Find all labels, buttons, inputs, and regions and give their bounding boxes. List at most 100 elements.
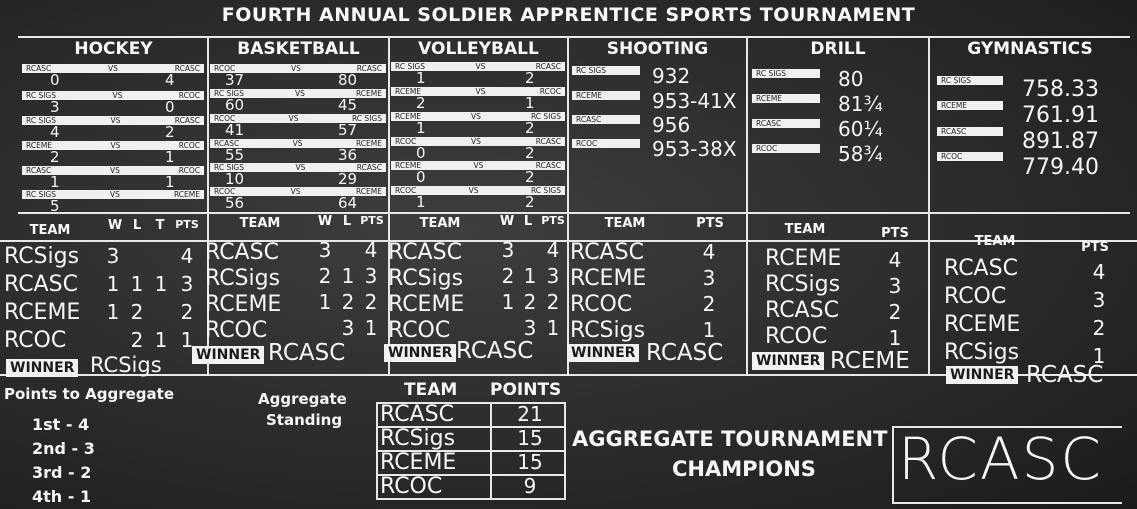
sport-header-hockey: HOCKEY <box>74 39 153 59</box>
drill-team-label: RC SIGS <box>752 69 820 78</box>
standing-team: RCOC <box>570 292 633 317</box>
divider <box>928 36 930 376</box>
winner-label: WINNER <box>192 346 265 364</box>
standing-w: 1 <box>318 290 332 314</box>
drill-score: 81¾ <box>838 92 883 116</box>
game-score: 0 <box>416 168 426 186</box>
standing-pts: 2 <box>180 300 194 324</box>
gymnastics-score: 891.87 <box>1022 129 1099 154</box>
standing-pts: 3 <box>702 266 716 290</box>
game-score: 4 <box>165 71 175 89</box>
game-score: 2 <box>50 148 60 166</box>
aggregate-points: 9 <box>523 474 537 498</box>
sport-header-basketball: BASKETBALL <box>237 39 360 59</box>
standing-pts: 1 <box>702 318 716 342</box>
game-score: 2 <box>165 123 175 141</box>
game-score: 4 <box>50 123 60 141</box>
standing-w: 1 <box>501 290 515 314</box>
points-title: Points to Aggregate <box>4 385 174 403</box>
aggregate-label-1: Aggregate <box>258 390 347 408</box>
standing-w: 3 <box>501 238 515 262</box>
winner-drill: RCEME <box>830 348 910 374</box>
standing-pts: 4 <box>1092 260 1106 284</box>
standing-l: 3 <box>523 316 537 340</box>
sport-header-volleyball: VOLLEYBALL <box>418 39 539 59</box>
standing-team: RCEME <box>388 292 465 317</box>
shooting-score: 953-38X <box>652 137 737 161</box>
standing-pts: 2 <box>888 300 902 324</box>
champions-label-2: CHAMPIONS <box>672 457 816 481</box>
standing-pts: 4 <box>364 238 378 262</box>
standing-team: RCASC <box>570 240 644 265</box>
standing-team: RCOC <box>765 324 828 349</box>
standing-l: 2 <box>341 290 355 314</box>
drill-score: 60¼ <box>838 117 883 141</box>
standing-team: RCEME <box>4 300 81 325</box>
shooting-team-label: RCEME <box>572 91 640 100</box>
game-score: 0 <box>50 71 60 89</box>
standing-team: RCEME <box>570 266 647 291</box>
points-line: 1st - 4 <box>32 415 90 434</box>
t-header: T <box>155 218 165 233</box>
aggregate-label-2: Standing <box>266 411 343 429</box>
standing-pts: 3 <box>180 272 194 296</box>
game-score: 37 <box>225 71 245 89</box>
standing-pts: 1 <box>546 316 560 340</box>
shooting-score: 956 <box>652 113 691 137</box>
game-score: 1 <box>165 148 175 166</box>
sport-header-drill: DRILL <box>810 39 866 59</box>
drill-score: 80 <box>838 67 864 91</box>
game-score: 55 <box>225 146 245 164</box>
team-header: TEAM <box>239 216 281 231</box>
game-score: 2 <box>416 94 426 112</box>
game-score: 1 <box>416 119 426 137</box>
standing-l: 3 <box>341 316 355 340</box>
standing-team: RCEME <box>205 292 282 317</box>
standing-l: 2 <box>130 300 144 324</box>
points-line: 2nd - 3 <box>32 439 95 458</box>
drill-score: 58¾ <box>838 142 883 166</box>
aggregate-points: 21 <box>517 402 543 426</box>
game-score: 3 <box>50 98 60 116</box>
w-header: W <box>499 214 515 229</box>
aggregate-team: RCOC <box>380 474 443 499</box>
standing-team: RCASC <box>388 240 462 265</box>
standing-team: RCOC <box>4 328 67 353</box>
standing-w: 1 <box>106 300 120 324</box>
standing-l: 2 <box>130 328 144 352</box>
standing-t: 1 <box>154 328 168 352</box>
drill-team-label: RCEME <box>752 94 820 103</box>
standing-pts: 4 <box>888 248 902 272</box>
pts-header: PTS <box>881 226 909 241</box>
standings-rule <box>18 212 1130 214</box>
shooting-score: 953-41X <box>652 89 737 113</box>
game-score: 60 <box>225 96 245 114</box>
standing-w: 1 <box>106 272 120 296</box>
aggregate-team: RCASC <box>380 402 454 427</box>
standing-team: RCASC <box>765 298 839 323</box>
standing-w: 2 <box>318 264 332 288</box>
winner-label: WINNER <box>567 344 640 362</box>
aggregate-points-header: POINTS <box>490 380 562 400</box>
standing-team: RCSigs <box>570 318 646 343</box>
game-score: 29 <box>338 170 358 188</box>
standing-l: 1 <box>341 264 355 288</box>
sport-header-shooting: SHOOTING <box>606 39 709 59</box>
pts-header: PTS <box>1081 240 1109 255</box>
game-score: 10 <box>225 170 245 188</box>
winner-hockey: RCSigs <box>90 353 162 377</box>
winner-label: WINNER <box>384 344 457 362</box>
winner-label: WINNER <box>6 359 79 377</box>
winner-basketball: RCASC <box>268 340 346 366</box>
game-score: 64 <box>338 194 358 212</box>
divider <box>746 36 748 376</box>
team-header: TEAM <box>29 223 71 238</box>
game-score: 2 <box>525 69 535 87</box>
pts-header: PTS <box>696 216 724 231</box>
standing-l: 1 <box>523 264 537 288</box>
team-header: TEAM <box>784 222 826 237</box>
gymnastics-team-label: RCEME <box>937 101 1003 110</box>
standing-l: 2 <box>523 290 537 314</box>
standing-team: RCEME <box>944 312 1021 337</box>
game-score: 1 <box>50 173 60 191</box>
